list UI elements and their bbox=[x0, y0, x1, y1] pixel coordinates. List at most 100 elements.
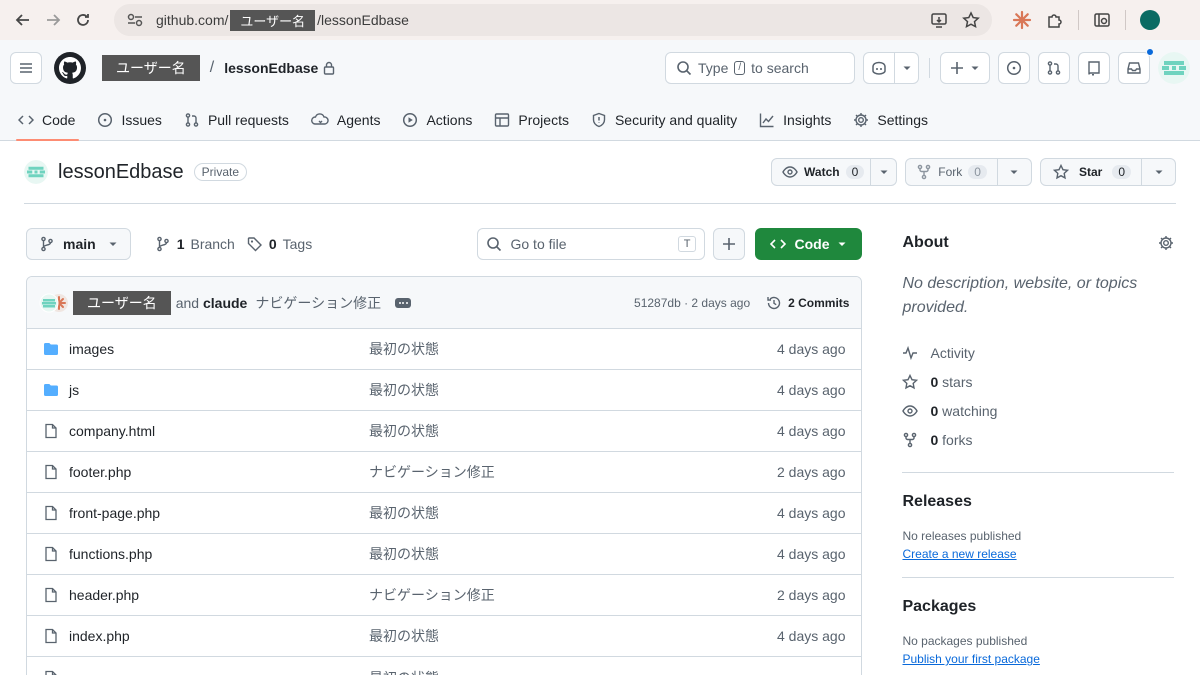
fork-dropdown[interactable] bbox=[997, 158, 1032, 186]
file-row[interactable]: header.php ナビゲーション修正 2 days ago bbox=[27, 575, 862, 616]
file-row[interactable]: functions.php 最初の状態 4 days ago bbox=[27, 534, 862, 575]
tab-settings[interactable]: Settings bbox=[851, 112, 938, 140]
repo-owner-avatar[interactable] bbox=[24, 160, 48, 184]
commit-coauthor[interactable]: claude bbox=[203, 295, 247, 311]
file-row[interactable]: index.php 最初の状態 4 days ago bbox=[27, 616, 862, 657]
claude-extension-icon[interactable] bbox=[1012, 10, 1032, 30]
file-row[interactable]: footer.php ナビゲーション修正 2 days ago bbox=[27, 452, 862, 493]
menu-button[interactable] bbox=[10, 52, 42, 84]
notification-dot bbox=[1146, 48, 1154, 56]
side-panel-search-icon[interactable] bbox=[1093, 11, 1111, 29]
file-commit-message[interactable]: ナビゲーション修正 bbox=[369, 585, 749, 605]
site-settings-icon[interactable] bbox=[126, 12, 146, 28]
search-input[interactable]: Type / to search bbox=[665, 52, 855, 84]
file-name[interactable]: front-page.php bbox=[69, 505, 369, 521]
tags-link[interactable]: 0 Tags bbox=[247, 236, 312, 252]
user-avatar[interactable] bbox=[1158, 52, 1190, 84]
github-logo-icon[interactable] bbox=[54, 52, 86, 84]
file-commit-message[interactable]: 最初の状態 bbox=[369, 421, 749, 441]
file-name[interactable]: footer.php bbox=[69, 464, 369, 480]
file-commit-date: 2 days ago bbox=[776, 464, 846, 480]
tab-label: Agents bbox=[336, 112, 381, 128]
forks-link[interactable]: 0 forks bbox=[902, 431, 1174, 448]
file-commit-message[interactable]: 最初の状態 bbox=[369, 503, 749, 523]
file-icon bbox=[43, 628, 59, 644]
commit-hash-time[interactable]: 51287db · 2 days ago bbox=[634, 296, 750, 310]
fork-label: Fork bbox=[938, 165, 963, 179]
file-commit-message[interactable]: 最初の状態 bbox=[369, 544, 749, 564]
tab-projects[interactable]: Projects bbox=[492, 112, 579, 140]
tab-issues[interactable]: Issues bbox=[95, 112, 171, 140]
file-commit-message[interactable]: 最初の状態 bbox=[369, 380, 749, 400]
file-name[interactable]: index.php bbox=[69, 628, 369, 644]
repo-name-link[interactable]: lessonEdbase bbox=[224, 60, 318, 76]
watching-link[interactable]: 0 watching bbox=[902, 402, 1174, 419]
star-dropdown[interactable] bbox=[1142, 158, 1176, 186]
back-icon[interactable] bbox=[8, 5, 38, 35]
activity-link[interactable]: Activity bbox=[902, 344, 1174, 361]
pull-requests-button[interactable] bbox=[1038, 52, 1070, 84]
file-commit-message[interactable]: 最初の状態 bbox=[369, 339, 749, 359]
create-new-button[interactable] bbox=[940, 52, 990, 84]
tab-agents[interactable]: Agents bbox=[309, 112, 391, 140]
play-icon bbox=[402, 112, 418, 128]
extensions-icon[interactable] bbox=[1046, 11, 1064, 29]
reload-icon[interactable] bbox=[68, 5, 98, 35]
about-settings-gear-icon[interactable] bbox=[1158, 235, 1174, 251]
add-file-button[interactable] bbox=[713, 228, 746, 260]
commit-expand-icon[interactable] bbox=[395, 297, 412, 308]
forward-icon[interactable] bbox=[38, 5, 68, 35]
file-name[interactable]: js bbox=[69, 382, 369, 398]
packages-title[interactable]: Packages bbox=[902, 598, 1174, 616]
file-row[interactable]: js 最初の状態 4 days ago bbox=[27, 370, 862, 411]
commits-history-link[interactable]: 2 Commits bbox=[766, 295, 849, 311]
create-release-link[interactable]: Create a new release bbox=[902, 547, 1016, 561]
star-button[interactable]: Star 0 bbox=[1039, 158, 1142, 186]
tab-insights[interactable]: Insights bbox=[757, 112, 841, 140]
bookmark-star-icon[interactable] bbox=[962, 11, 980, 29]
file-name[interactable]: images bbox=[69, 341, 369, 357]
file-row[interactable]: front-page.php 最初の状態 4 days ago bbox=[27, 493, 862, 534]
copilot-button[interactable] bbox=[863, 52, 895, 84]
go-to-file-shortcut: T bbox=[677, 236, 697, 252]
owner-name[interactable]: ユーザー名 bbox=[102, 55, 200, 81]
tab-security[interactable]: Security and quality bbox=[589, 112, 747, 140]
address-bar[interactable]: github.com/ ユーザー名 /lessonEdbase bbox=[114, 4, 992, 36]
fork-button[interactable]: Fork 0 bbox=[905, 158, 998, 186]
releases-title[interactable]: Releases bbox=[902, 493, 1174, 511]
branch-selector[interactable]: main bbox=[26, 228, 131, 260]
browser-profile-avatar[interactable] bbox=[1140, 10, 1160, 30]
tags-count: 0 bbox=[268, 236, 277, 252]
watch-dropdown[interactable] bbox=[871, 158, 898, 186]
copilot-dropdown[interactable] bbox=[895, 52, 919, 84]
commit-author[interactable]: ユーザー名 bbox=[73, 290, 171, 315]
code-button[interactable]: Code bbox=[755, 228, 863, 260]
install-app-icon[interactable] bbox=[930, 11, 948, 29]
branches-link[interactable]: 1 Branch bbox=[155, 236, 235, 252]
file-commit-message[interactable]: 最初の状態 bbox=[369, 668, 749, 675]
file-commit-message[interactable]: 最初の状態 bbox=[369, 626, 749, 646]
file-commit-message[interactable]: ナビゲーション修正 bbox=[369, 462, 749, 482]
commit-avatars[interactable] bbox=[39, 293, 69, 313]
publish-package-link[interactable]: Publish your first package bbox=[902, 652, 1039, 666]
stars-link[interactable]: 0 stars bbox=[902, 373, 1174, 390]
watch-button[interactable]: Watch 0 bbox=[771, 158, 872, 186]
tab-actions[interactable]: Actions bbox=[400, 112, 482, 140]
file-row[interactable]: images 最初の状態 4 days ago bbox=[27, 329, 862, 370]
commit-message[interactable]: ナビゲーション修正 bbox=[255, 293, 381, 313]
file-row[interactable]: company.html 最初の状態 4 days ago bbox=[27, 411, 862, 452]
file-name[interactable]: company.html bbox=[69, 423, 369, 439]
tab-pull-requests[interactable]: Pull requests bbox=[182, 112, 299, 140]
file-name[interactable]: header.php bbox=[69, 587, 369, 603]
issues-button[interactable] bbox=[998, 52, 1030, 84]
packages-empty-text: No packages published bbox=[902, 634, 1028, 648]
tab-code[interactable]: Code bbox=[16, 112, 85, 141]
star-button-group: Star 0 bbox=[1039, 158, 1176, 186]
repo-title[interactable]: lessonEdbase bbox=[58, 161, 184, 184]
file-name[interactable]: functions.php bbox=[69, 546, 369, 562]
notifications-button[interactable] bbox=[1118, 52, 1150, 84]
repositories-button[interactable] bbox=[1078, 52, 1110, 84]
file-row[interactable]: 最初の状態 bbox=[27, 657, 861, 675]
go-to-file-input[interactable]: Go to file T bbox=[477, 228, 706, 260]
url-owner: ユーザー名 bbox=[230, 9, 316, 31]
